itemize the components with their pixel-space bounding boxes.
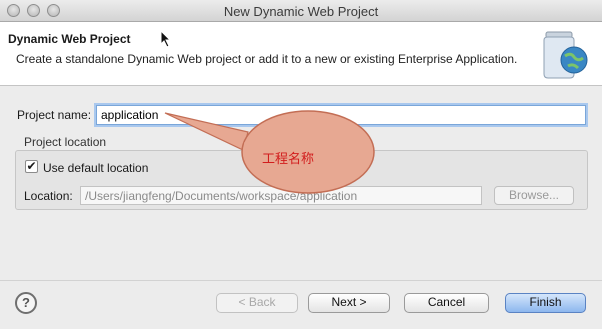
wizard-header: Dynamic Web Project Create a standalone … (0, 22, 602, 86)
location-input (80, 186, 482, 205)
finish-button[interactable]: Finish (505, 293, 586, 313)
mouse-cursor-icon (160, 30, 172, 48)
project-name-input[interactable] (96, 105, 586, 125)
wizard-page-title: Dynamic Web Project (8, 32, 131, 46)
footer-divider (0, 280, 602, 281)
web-project-icon (543, 31, 588, 79)
use-default-location-checkbox[interactable]: ✔ (25, 160, 38, 173)
project-name-label: Project name: (17, 108, 92, 122)
wizard-page-description: Create a standalone Dynamic Web project … (16, 52, 518, 66)
use-default-location-label[interactable]: Use default location (43, 161, 148, 175)
browse-button: Browse... (494, 186, 574, 205)
cancel-button[interactable]: Cancel (404, 293, 489, 313)
location-label: Location: (24, 189, 73, 203)
back-button: < Back (216, 293, 298, 313)
annotation-text: 工程名称 (262, 152, 315, 167)
title-bar: New Dynamic Web Project (0, 0, 602, 22)
window-title: New Dynamic Web Project (223, 4, 379, 19)
next-button[interactable]: Next > (308, 293, 390, 313)
project-location-group-title: Project location (24, 135, 107, 149)
help-icon[interactable]: ? (15, 292, 37, 314)
